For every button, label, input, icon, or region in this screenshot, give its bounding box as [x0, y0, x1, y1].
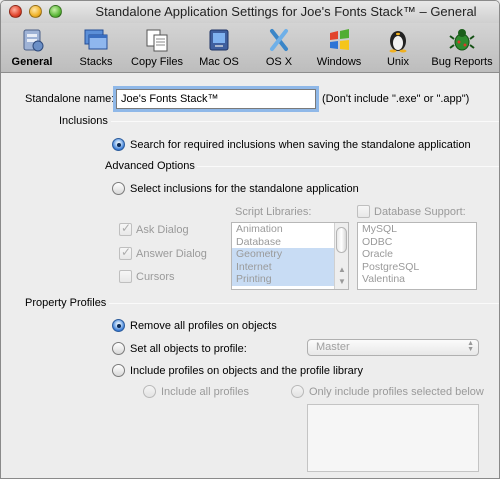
advanced-options-title: Advanced Options	[105, 160, 195, 172]
profile-popup[interactable]: Master ▲ ▼	[307, 339, 479, 356]
remove-profiles-label: Remove all profiles on objects	[130, 320, 277, 332]
cursors-label: Cursors	[136, 271, 175, 283]
profile-popup-value: Master	[316, 341, 350, 353]
window-title: Standalone Application Settings for Joe'…	[95, 4, 477, 19]
answer-dialog-checkbox[interactable]: ✓	[119, 245, 132, 260]
list-item[interactable]: MySQL	[358, 223, 476, 236]
include-selected-profiles-label: Only include profiles selected below	[309, 386, 484, 398]
toolbar-unix[interactable]: Unix	[383, 27, 413, 68]
minimize-window-button[interactable]	[29, 5, 42, 18]
list-item[interactable]: Oracle	[358, 248, 476, 261]
script-libraries-label: Script Libraries:	[235, 206, 312, 218]
list-item[interactable]: Internet	[232, 260, 336, 273]
toolbar-general[interactable]: General	[9, 27, 55, 68]
toolbar-bug-reports[interactable]: Bug Reports	[431, 27, 493, 68]
toolbar-windows-label: Windows	[316, 56, 362, 68]
general-pane: Standalone name: (Don't include ".exe" o…	[1, 74, 499, 478]
advanced-options-divider	[197, 166, 499, 167]
cursors-checkbox[interactable]	[119, 270, 132, 283]
standalone-name-hint: (Don't include ".exe" or ".app")	[322, 93, 470, 105]
include-profiles-label: Include profiles on objects and the prof…	[130, 365, 363, 377]
list-item[interactable]: Printing	[232, 273, 336, 286]
toolbar-unix-label: Unix	[386, 56, 409, 68]
stacks-icon	[84, 29, 108, 50]
toolbar: General Stacks Copy Files Mac OS OS X Wi…	[1, 23, 499, 73]
include-all-profiles-label: Include all profiles	[161, 386, 250, 398]
toolbar-os-x[interactable]: OS X	[259, 27, 299, 68]
zoom-window-button[interactable]	[49, 5, 62, 18]
os-x-icon	[270, 29, 288, 51]
answer-dialog-label: Answer Dialog	[136, 248, 207, 260]
popup-arrows-icon: ▲ ▼	[467, 340, 474, 353]
unix-icon	[389, 31, 407, 53]
toolbar-copy-files[interactable]: Copy Files	[129, 27, 185, 68]
copy-files-icon	[146, 29, 168, 52]
database-support-list[interactable]: MySQL ODBC Oracle PostgreSQL Valentina	[357, 222, 477, 290]
standalone-name-input[interactable]	[116, 89, 316, 109]
remove-profiles-radio[interactable]	[112, 319, 125, 332]
list-item[interactable]: ODBC	[358, 236, 476, 249]
toolbar-windows[interactable]: Windows	[315, 27, 363, 68]
property-profiles-divider	[109, 303, 499, 304]
toolbar-mac-os-label: Mac OS	[199, 56, 239, 68]
property-profiles-title: Property Profiles	[25, 297, 107, 309]
database-support-checkbox[interactable]	[357, 205, 370, 218]
select-inclusions-label: Select inclusions for the standalone app…	[130, 183, 359, 195]
set-profile-label: Set all objects to profile:	[130, 343, 247, 355]
inclusions-divider	[111, 121, 499, 122]
list-item[interactable]: Animation	[232, 223, 348, 236]
standalone-name-label: Standalone name:	[25, 93, 115, 105]
list-item[interactable]: Valentina	[358, 273, 476, 286]
list-item[interactable]: Database	[232, 236, 348, 249]
ask-dialog-label: Ask Dialog	[136, 224, 189, 236]
list-item[interactable]: Geometry	[232, 248, 336, 261]
search-inclusions-radio[interactable]	[112, 138, 125, 151]
toolbar-os-x-label: OS X	[265, 56, 293, 68]
toolbar-stacks[interactable]: Stacks	[73, 27, 119, 68]
search-inclusions-label: Search for required inclusions when savi…	[130, 139, 471, 151]
close-window-button[interactable]	[9, 5, 22, 18]
include-profiles-radio[interactable]	[112, 364, 125, 377]
select-inclusions-radio[interactable]	[112, 182, 125, 195]
inclusions-section-title: Inclusions	[59, 115, 108, 127]
database-support-label: Database Support:	[374, 206, 466, 218]
ask-dialog-checkbox[interactable]: ✓	[119, 221, 132, 236]
toolbar-bug-reports-label: Bug Reports	[431, 56, 493, 68]
toolbar-copy-files-label: Copy Files	[131, 56, 183, 68]
scroll-up-arrow-icon[interactable]: ▲	[335, 265, 348, 277]
scroll-thumb[interactable]	[336, 227, 347, 253]
settings-window: Standalone Application Settings for Joe'…	[0, 0, 500, 479]
windows-icon	[330, 29, 349, 50]
script-libraries-list[interactable]: Animation Database Geometry Internet Pri…	[231, 222, 349, 290]
scroll-down-arrow-icon[interactable]: ▼	[335, 277, 348, 289]
include-all-profiles-radio[interactable]	[143, 385, 156, 398]
title-bar: Standalone Application Settings for Joe'…	[1, 1, 499, 23]
bug-reports-icon	[449, 29, 475, 51]
toolbar-general-label: General	[11, 56, 53, 68]
profile-selection-list[interactable]	[307, 404, 479, 472]
include-selected-profiles-radio[interactable]	[291, 385, 304, 398]
script-libraries-scrollbar[interactable]: ▲ ▼	[334, 223, 348, 289]
mac-os-icon	[209, 29, 229, 51]
list-item[interactable]: PostgreSQL	[358, 261, 476, 274]
set-profile-radio[interactable]	[112, 342, 125, 355]
general-icon	[23, 29, 44, 52]
toolbar-mac-os[interactable]: Mac OS	[197, 27, 241, 68]
toolbar-stacks-label: Stacks	[79, 56, 113, 68]
